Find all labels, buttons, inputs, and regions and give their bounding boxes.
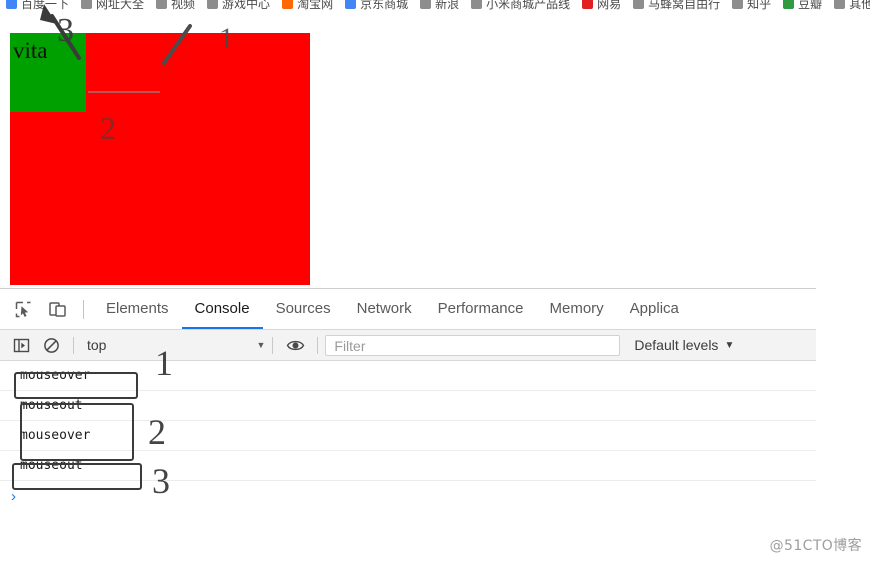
bookmark-label: 新浪 <box>435 0 460 11</box>
log-message: mouseover <box>20 368 91 383</box>
browser-bookmarks-bar: 百度一下 网址大全 视频 游戏中心 淘宝网 京东商城 新浪 小米商城产品线 网易… <box>0 0 870 16</box>
console-toolbar-divider-2 <box>272 336 274 354</box>
favicon-icon <box>834 0 846 9</box>
inner-green-box[interactable]: vita <box>10 33 86 112</box>
chevron-down-icon[interactable]: ▼ <box>256 340 265 350</box>
console-prompt[interactable]: › <box>0 481 816 511</box>
horizontal-rule <box>88 91 160 93</box>
console-log-row[interactable]: mouseover <box>0 361 816 391</box>
favicon-icon <box>783 0 795 9</box>
log-message: mouseout <box>20 458 83 473</box>
tab-performance[interactable]: Performance <box>425 289 537 329</box>
favicon-icon <box>207 0 219 9</box>
bookmark-item[interactable]: 豆瓣 <box>777 0 828 12</box>
bookmark-item[interactable]: 百度一下 <box>0 0 75 12</box>
clear-console-icon[interactable] <box>36 332 66 358</box>
bookmark-item[interactable]: 新浪 <box>414 0 465 12</box>
console-log-row[interactable]: mouseover <box>0 421 816 451</box>
bookmark-label: 马蜂窝自由行 <box>648 0 721 11</box>
prompt-caret-icon: › <box>11 487 16 505</box>
log-message: mouseover <box>20 428 91 443</box>
device-toolbar-icon[interactable] <box>40 292 74 326</box>
favicon-icon <box>282 0 294 9</box>
watermark: @51CTO博客 <box>769 538 862 554</box>
devtools-panel: Elements Console Sources Network Perform… <box>0 288 816 532</box>
favicon-icon <box>420 0 432 9</box>
bookmark-item[interactable]: 游戏中心 <box>201 0 276 12</box>
console-log-row[interactable]: mouseout <box>0 451 816 481</box>
favicon-icon <box>156 0 168 9</box>
bookmark-item[interactable]: 京东商城 <box>339 0 414 12</box>
favicon-icon <box>582 0 594 9</box>
bookmark-item[interactable]: 网址大全 <box>75 0 150 12</box>
green-box-label: vita <box>13 38 48 63</box>
console-toolbar: top ▼ Filter Default levels ▼ <box>0 330 816 361</box>
execution-context-selector[interactable]: top <box>81 337 106 353</box>
favicon-icon <box>81 0 93 9</box>
tab-elements[interactable]: Elements <box>93 289 182 329</box>
bookmark-label: 网址大全 <box>96 0 145 11</box>
console-toolbar-divider <box>73 336 74 354</box>
tab-network[interactable]: Network <box>344 289 425 329</box>
log-message: mouseout <box>20 398 83 413</box>
chevron-down-icon: ▼ <box>724 339 735 351</box>
bookmark-item[interactable]: 淘宝网 <box>276 0 339 12</box>
bookmarks-strip: 百度一下 网址大全 视频 游戏中心 淘宝网 京东商城 新浪 小米商城产品线 网易… <box>0 0 870 15</box>
console-log-row[interactable]: mouseout <box>0 391 816 421</box>
bookmark-label: 百度一下 <box>21 0 70 11</box>
bookmark-label: 小米商城产品线 <box>486 0 571 11</box>
bookmark-item[interactable]: 网易 <box>576 0 627 12</box>
bookmark-label: 游戏中心 <box>222 0 271 11</box>
console-log-area: mouseover mouseout mouseover mouseout › <box>0 361 816 511</box>
log-level-label: Default levels <box>634 337 719 353</box>
toolbar-divider <box>83 299 84 319</box>
bookmark-item[interactable]: 其他书签 <box>828 0 870 12</box>
devtools-tab-bar: Elements Console Sources Network Perform… <box>0 289 816 330</box>
bookmark-item[interactable]: 小米商城产品线 <box>465 0 576 12</box>
inspect-element-icon[interactable] <box>6 292 40 326</box>
bookmark-item[interactable]: 视频 <box>150 0 201 12</box>
favicon-icon <box>732 0 744 9</box>
filter-input[interactable]: Filter <box>325 334 621 356</box>
tab-memory[interactable]: Memory <box>537 289 617 329</box>
tab-application[interactable]: Applica <box>617 289 692 329</box>
tab-sources[interactable]: Sources <box>263 289 344 329</box>
outer-red-box[interactable]: vita <box>10 33 310 285</box>
bookmark-label: 京东商城 <box>360 0 409 11</box>
log-level-selector[interactable]: Default levels ▼ <box>634 337 734 353</box>
bookmark-item[interactable]: 马蜂窝自由行 <box>627 0 726 12</box>
bookmark-label: 其他书签 <box>849 0 870 11</box>
page-viewport: vita <box>0 16 870 288</box>
favicon-icon <box>6 0 17 9</box>
console-sidebar-icon[interactable] <box>6 332 36 358</box>
bookmark-label: 网易 <box>597 0 622 11</box>
live-expression-icon[interactable] <box>280 332 310 358</box>
bookmark-label: 知乎 <box>747 0 772 11</box>
bookmark-label: 视频 <box>171 0 196 11</box>
bookmark-label: 淘宝网 <box>297 0 334 11</box>
bookmark-label: 豆瓣 <box>798 0 823 11</box>
console-toolbar-divider-3 <box>317 336 319 354</box>
tab-console[interactable]: Console <box>181 289 263 329</box>
favicon-icon <box>633 0 645 9</box>
favicon-icon <box>345 0 357 9</box>
bookmark-item[interactable]: 知乎 <box>726 0 777 12</box>
favicon-icon <box>471 0 483 9</box>
